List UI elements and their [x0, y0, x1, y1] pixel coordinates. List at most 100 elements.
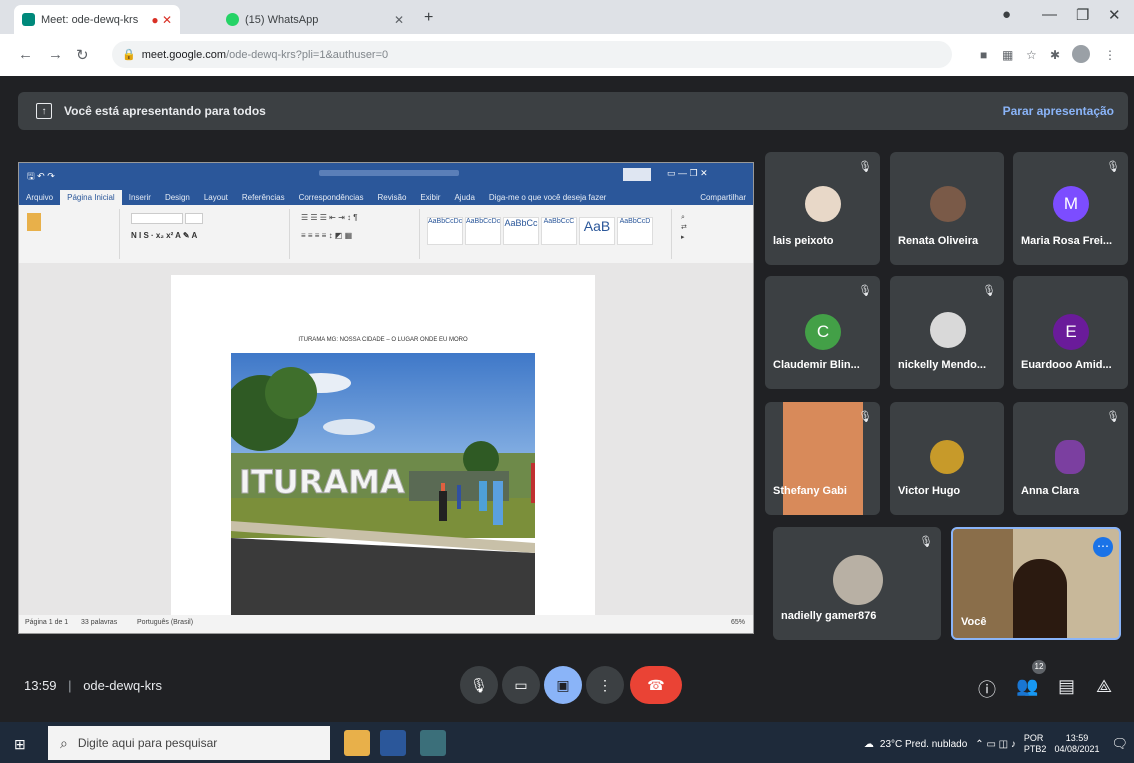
participant-tile[interactable]: 🎙 Anna Clara [1013, 402, 1128, 515]
meeting-info: 13:59 | ode-dewq-krs [24, 678, 162, 693]
paragraph-group: ☰ ☰ ☰ ⇤ ⇥ ↕ ¶ ≡ ≡ ≡ ≡ ↕ ◩ ▦ [293, 209, 420, 259]
word-canvas: ITURAMA MG: NOSSA CIDADE – O LUGAR ONDE … [19, 263, 753, 615]
style-no-spacing: AaBbCcDc [465, 217, 501, 245]
word-ribbon: N I S · x₂ x² A ✎ A ☰ ☰ ☰ ⇤ ⇥ ↕ ¶ ≡ ≡ ≡ … [19, 205, 753, 264]
styles-group: AaBbCcDc AaBbCcDc AaBbCc AaBbCcC AaB AaB… [423, 209, 672, 259]
participant-tile[interactable]: E Euardooo Amid... [1013, 276, 1128, 389]
participant-name: Euardooo Amid... [1021, 359, 1112, 371]
participant-tile[interactable]: 🎙 M Maria Rosa Frei... [1013, 152, 1128, 265]
restore-button[interactable]: ❐ [1076, 6, 1089, 24]
participant-tile[interactable]: 🎙 Sthefany Gabi [765, 402, 880, 515]
tab-whatsapp[interactable]: (15) WhatsApp ✕ [218, 5, 412, 34]
editing-buttons: ⌕ ⇄ ▸ [681, 214, 687, 241]
font-name-box [131, 213, 183, 224]
system-tray: ☁ 23°C Pred. nublado ⌃ ▭ ◫ ♪ POR PTB2 13:… [864, 728, 1128, 760]
weather-text: 23°C Pred. nublado [879, 738, 968, 750]
mic-off-icon: 🎙 [919, 536, 933, 548]
meeting-details-icon[interactable]: ⓘ [978, 676, 996, 702]
participant-name: Victor Hugo [898, 485, 961, 497]
forward-arrow-icon[interactable]: → [48, 46, 63, 63]
participant-tile[interactable]: Renata Oliveira [890, 152, 1004, 265]
avatar [833, 555, 883, 605]
reload-icon[interactable]: ↻ [76, 46, 89, 64]
people-icon[interactable]: 👥 [1016, 676, 1038, 697]
clipboard-group [23, 209, 120, 259]
iturama-photo: ITURAMA [231, 353, 535, 615]
taskbar-clock[interactable]: 13:59 04/08/2021 [1054, 733, 1099, 755]
photo-sign-text: ITURAMA [239, 463, 405, 501]
chat-icon[interactable]: ▤ [1058, 676, 1075, 697]
tab-whatsapp-label: (15) WhatsApp [245, 13, 319, 26]
url-bar[interactable]: 🔒 meet.google.com /ode-dewq-krs?pli=1&au… [112, 41, 952, 68]
tray-icons[interactable]: ⌃ ▭ ◫ ♪ [975, 739, 1016, 750]
camera-in-use-icon[interactable]: ■ [980, 48, 987, 62]
leave-call-button[interactable]: ☎ [630, 666, 682, 704]
avatar [783, 402, 863, 515]
record-indicator-icon: ● [1002, 6, 1012, 23]
back-arrow-icon[interactable]: ← [18, 46, 33, 63]
status-words: 33 palavras [81, 619, 118, 626]
new-tab-button[interactable]: + [424, 9, 433, 27]
presenting-text: Você está apresentando para todos [64, 104, 266, 118]
meeting-code: ode-dewq-krs [83, 678, 162, 693]
menu-exibir: Exibir [420, 193, 441, 202]
more-options-icon[interactable]: ⋯ [1093, 537, 1113, 557]
status-page: Página 1 de 1 [25, 619, 69, 626]
avatar [805, 186, 841, 222]
activities-icon[interactable]: ⟁ [1096, 676, 1112, 697]
word-statusbar: Página 1 de 1 33 palavras Português (Bra… [19, 615, 753, 633]
lock-icon: 🔒 [122, 49, 136, 61]
taskbar-search-placeholder: Digite aqui para pesquisar [77, 736, 218, 750]
avatar [930, 312, 966, 348]
avatar [930, 440, 964, 474]
participant-name: Renata Oliveira [898, 235, 979, 247]
chrome-app-icon[interactable] [420, 730, 446, 756]
bookmark-star-icon[interactable]: ☆ [1026, 48, 1037, 62]
presenting-banner: ↑ Você está apresentando para todos Para… [18, 92, 1128, 130]
language-indicator[interactable]: POR PTB2 [1024, 733, 1047, 755]
font-group: N I S · x₂ x² A ✎ A [123, 209, 290, 259]
more-options-button[interactable]: ⋮ [586, 666, 624, 704]
windows-start-icon[interactable]: ⊞ [14, 736, 26, 753]
participant-tile[interactable]: 🎙 C Claudemir Blin... [765, 276, 880, 389]
camera-toggle-button[interactable]: ▭ [502, 666, 540, 704]
mic-off-icon: 🎙 [982, 285, 996, 297]
menu-dots-icon[interactable]: ⋮ [1104, 48, 1116, 62]
participant-tile[interactable]: 🎙 nadielly gamer876 [773, 527, 941, 640]
file-explorer-icon[interactable] [344, 730, 370, 756]
city-sign-photo: ITURAMA [231, 353, 535, 615]
url-host: meet.google.com [141, 48, 227, 61]
word-app-icon[interactable] [380, 730, 406, 756]
menu-design: Design [164, 193, 190, 202]
close-window-button[interactable]: ✕ [1108, 6, 1121, 24]
profile-avatar[interactable] [1072, 45, 1090, 63]
close-tab-icon[interactable]: ✕ [394, 13, 404, 27]
taskbar-search[interactable]: ⌕ Digite aqui para pesquisar [48, 726, 330, 760]
tab-meet-label: Meet: ode-dewq-krs [41, 13, 139, 26]
menu-referencias: Referências [241, 193, 285, 202]
extensions-icon[interactable]: ✱ [1050, 48, 1060, 62]
cloud-icon: ☁ [863, 738, 874, 750]
participant-name: lais peixoto [773, 235, 834, 247]
document-page: ITURAMA MG: NOSSA CIDADE – O LUGAR ONDE … [171, 275, 595, 615]
minimize-button[interactable]: — [1042, 6, 1057, 23]
participant-tile[interactable]: 🎙 lais peixoto [765, 152, 880, 265]
participant-tile[interactable]: 🎙 nickelly Mendo... [890, 276, 1004, 389]
avatar: E [1053, 314, 1089, 350]
translate-icon[interactable]: ▦ [1002, 48, 1013, 62]
shared-word-window: 🖫 ↶ ↷ ▭ — ❐ ✕ Arquivo Página Inicial Ins… [18, 162, 754, 634]
mic-toggle-button[interactable]: 🎙 [460, 666, 498, 704]
style-normal: AaBbCcDc [427, 217, 463, 245]
align-buttons: ≡ ≡ ≡ ≡ ↕ ◩ ▦ [301, 231, 353, 240]
window-controls: ▭ — ❐ ✕ [667, 168, 708, 178]
participant-tile[interactable]: Victor Hugo [890, 402, 1004, 515]
present-now-button[interactable]: ▣ [544, 666, 582, 704]
share-label: Compartilhar [700, 193, 746, 202]
notification-icon[interactable]: 🗨 [1111, 736, 1128, 752]
self-view-tile[interactable]: ⋯ Você [951, 527, 1121, 640]
stop-presenting-button[interactable]: Parar apresentação [1003, 104, 1114, 118]
url-path: /ode-dewq-krs?pli=1&authuser=0 [226, 48, 389, 61]
mic-off-icon: 🎙 [858, 285, 872, 297]
tab-meet[interactable]: Meet: ode-dewq-krs ● ✕ [14, 5, 180, 34]
status-zoom: 65% [731, 619, 746, 626]
